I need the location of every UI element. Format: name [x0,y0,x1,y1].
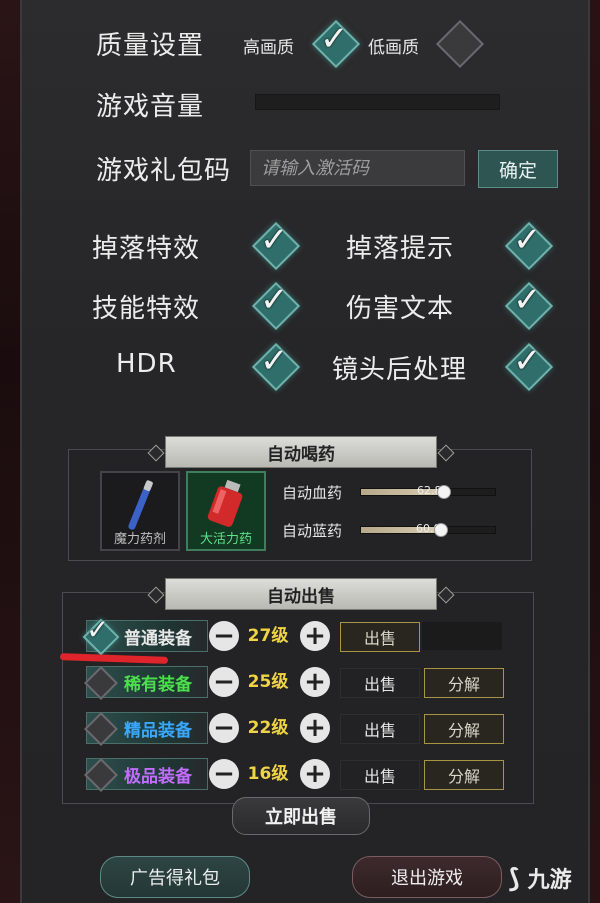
epic-decompose-button[interactable]: 分解 [424,760,504,790]
exit-game-button[interactable]: 退出游戏 [352,856,502,898]
checkmark-icon: ✓ [320,19,349,59]
auto-sell-header: 自动出售 [165,578,437,610]
confirm-button[interactable]: 确定 [478,150,558,188]
epic-level-plus-button[interactable]: + [300,759,330,789]
quality-high-label: 高画质 [243,38,294,58]
fine-level-plus-button[interactable]: + [300,713,330,743]
damage-text-label: 伤害文本 [346,294,455,324]
rare-level-minus-button[interactable]: − [209,667,239,697]
mp-slider-knob[interactable] [434,523,448,537]
vitality-potion-name: 大活力药 [199,532,252,547]
auto-hp-label: 自动血药 [282,484,343,502]
fine-level-minus-button[interactable]: − [209,713,239,743]
normal-decompose-slot [422,622,502,650]
checkmark-icon: ✓ [260,280,289,320]
hp-slider-knob[interactable] [437,485,451,499]
mana-potion-slot[interactable]: 魔力药剂 [100,471,180,551]
epic-level-value: 16级 [247,764,289,784]
ad-gift-button[interactable]: 广告得礼包 [100,856,250,898]
drop-effect-label: 掉落特效 [92,234,201,264]
mana-potion-icon [128,480,153,530]
checkmark-icon: ✓ [260,341,289,381]
skill-effect-label: 技能特效 [92,294,201,324]
fine-equipment-label: 精品装备 [124,720,192,741]
vitality-potion-icon [207,479,243,527]
checkmark-icon: ✓ [86,613,110,646]
epic-equipment-label: 极品装备 [124,766,192,787]
gift-code-label: 游戏礼包码 [96,156,232,186]
auto-mp-label: 自动蓝药 [282,522,343,540]
quality-low-label: 低画质 [368,38,419,58]
rare-decompose-button[interactable]: 分解 [424,668,504,698]
hdr-label: HDR [116,349,177,379]
checkmark-icon: ✓ [513,220,542,260]
watermark-logo-icon: ⟆ [508,864,520,894]
rare-level-value: 25级 [247,672,289,692]
rare-level-plus-button[interactable]: + [300,667,330,697]
fine-decompose-button[interactable]: 分解 [424,714,504,744]
fine-sell-button[interactable]: 出售 [340,714,420,744]
checkmark-icon: ✓ [513,280,542,320]
vitality-potion-slot[interactable]: 大活力药 [186,471,266,551]
background-left [0,0,20,903]
epic-level-minus-button[interactable]: − [209,759,239,789]
rare-equipment-label: 稀有装备 [124,674,192,695]
quality-label: 质量设置 [96,31,205,61]
normal-equipment-label: 普通装备 [124,628,192,649]
normal-level-value: 27级 [247,626,289,646]
epic-sell-button[interactable]: 出售 [340,760,420,790]
normal-level-minus-button[interactable]: − [209,621,239,651]
auto-potion-header: 自动喝药 [165,436,437,468]
watermark: ⟆ 九游 [508,862,572,894]
normal-sell-button[interactable]: 出售 [340,622,420,652]
sell-now-button[interactable]: 立即出售 [232,797,370,835]
rare-sell-button[interactable]: 出售 [340,668,420,698]
mana-potion-name: 魔力药剂 [113,532,166,547]
drop-hint-label: 掉落提示 [346,234,455,264]
post-processing-label: 镜头后处理 [332,355,468,385]
fine-level-value: 22级 [247,718,289,738]
watermark-text: 九游 [527,868,572,893]
volume-label: 游戏音量 [96,92,205,122]
volume-slider[interactable] [255,94,500,110]
checkmark-icon: ✓ [260,220,289,260]
checkmark-icon: ✓ [513,341,542,381]
normal-level-plus-button[interactable]: + [300,621,330,651]
gift-code-input[interactable] [250,150,465,186]
